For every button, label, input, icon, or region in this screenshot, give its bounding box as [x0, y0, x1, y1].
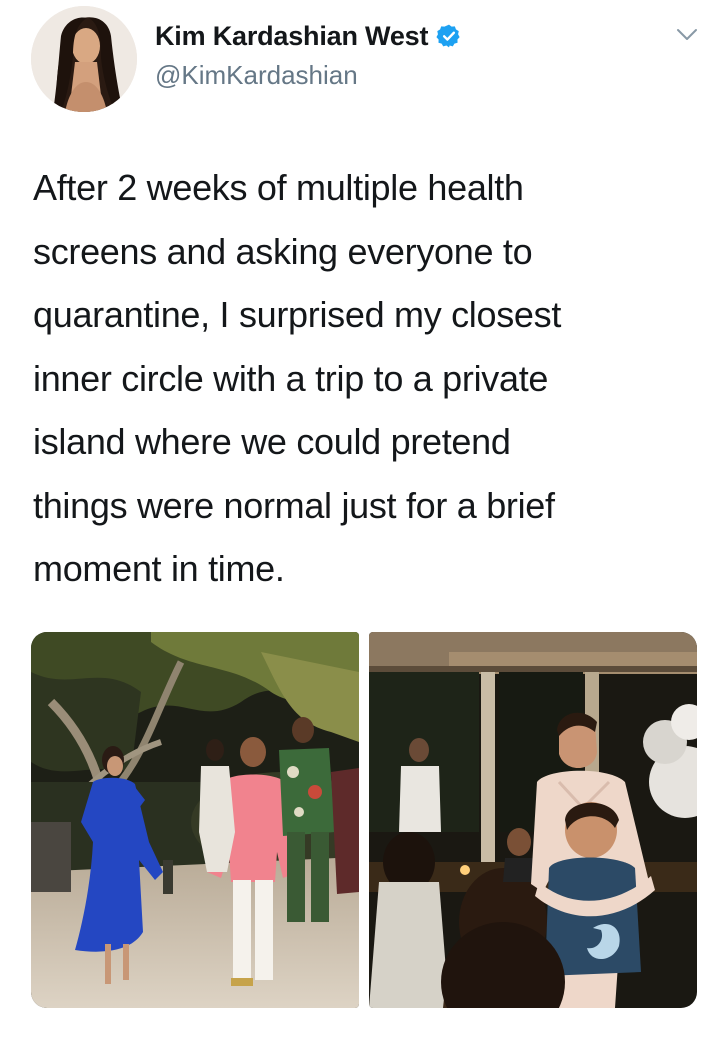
tweet-media — [31, 632, 697, 1008]
tweet-text-line: island where we could pretend — [33, 421, 511, 462]
tweet-text-line: things were normal just for a brief — [33, 484, 555, 526]
display-name[interactable]: Kim Kardashian West — [155, 21, 428, 52]
avatar[interactable] — [31, 6, 137, 112]
verified-badge-icon — [436, 23, 462, 49]
beach-night-group-photo[interactable] — [31, 632, 359, 1008]
tweet-text-line: inner circle with a trip to a private — [33, 357, 549, 399]
tweet-text: After 2 weeks of multiple health screens… — [33, 156, 703, 601]
chevron-down-icon[interactable] — [676, 28, 698, 42]
tweet-text-line: quarantine, I surprised my closest — [33, 294, 562, 335]
author-name-row: Kim Kardashian West — [155, 18, 462, 54]
dinner-party-photo[interactable] — [369, 632, 697, 1008]
tweet-text-line: screens and asking everyone to — [33, 230, 533, 272]
tweet-card: Kim Kardashian West @KimKardashian After… — [0, 0, 728, 1042]
author-handle[interactable]: @KimKardashian — [155, 60, 358, 91]
tweet-text-line: After 2 weeks of multiple health — [33, 167, 524, 208]
tweet-text-line: moment in time. — [33, 548, 285, 589]
